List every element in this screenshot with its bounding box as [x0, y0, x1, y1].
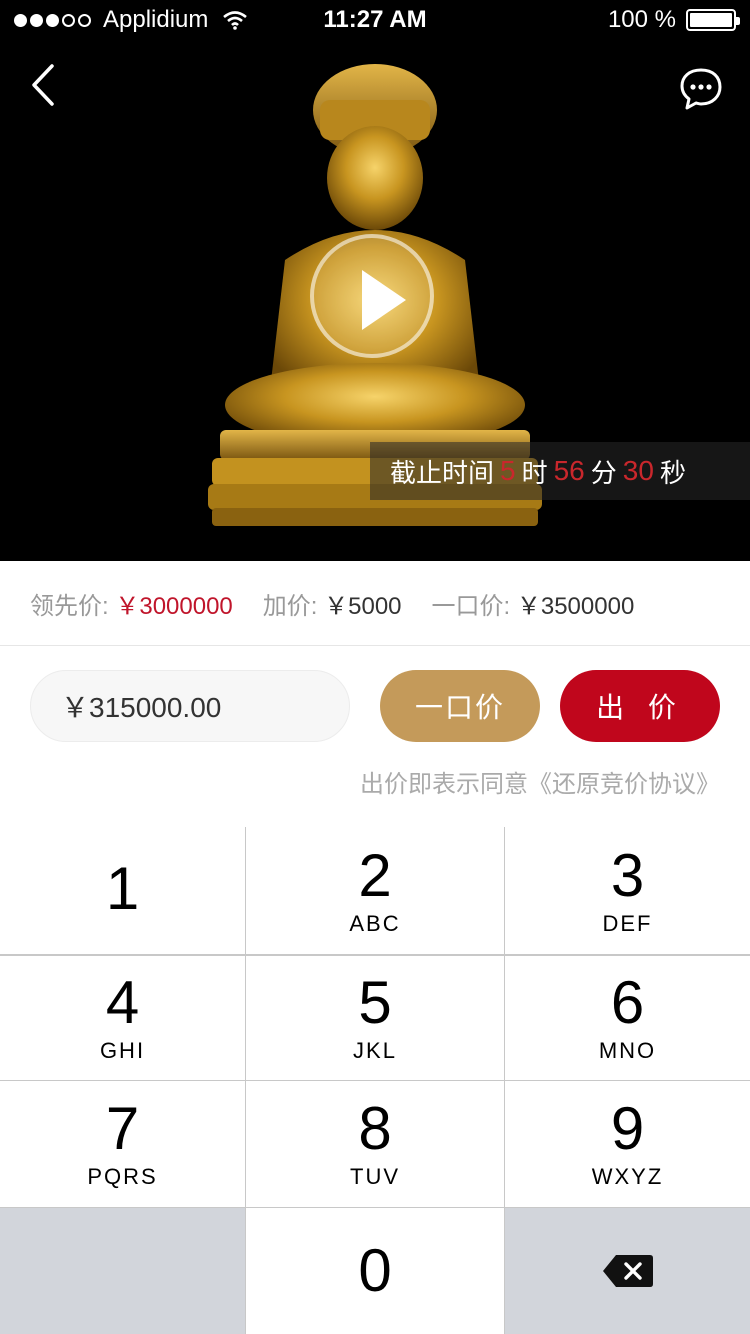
battery-percent: 100 % [607, 6, 676, 33]
key-letters: GHI [99, 1038, 146, 1063]
key-letters: PQRS [87, 1164, 158, 1189]
key-4[interactable]: 4 GHI [0, 955, 246, 1081]
key-letters: DEF [602, 910, 653, 936]
key-digit: 2 [358, 841, 392, 909]
buynow-price-label: 一口价: [431, 592, 511, 620]
key-digit: 7 [105, 1095, 140, 1162]
chat-bubble-icon [680, 68, 722, 110]
increment-price-value: ￥5000 [324, 592, 402, 620]
key-2[interactable]: 2 ABC [246, 827, 505, 955]
key-letters: JKL [353, 1038, 397, 1063]
product-hero: Applidium 11:27 AM 100 % 截止时间 5 时 56 分 3… [0, 0, 750, 561]
increment-price-label: 加价: [262, 592, 318, 620]
buynow-price-value: ￥3500000 [516, 592, 635, 620]
key-1[interactable]: 1 [0, 827, 246, 955]
buy-now-button[interactable]: 一口价 [380, 670, 540, 742]
increment-price: 加价: ￥5000 [263, 586, 402, 621]
key-digit: 5 [358, 969, 392, 1036]
key-digit: 9 [610, 1095, 645, 1162]
key-digit: 1 [105, 854, 140, 922]
key-letters: WXYZ [591, 1164, 664, 1189]
key-7[interactable]: 7 PQRS [0, 1081, 246, 1208]
bid-amount-input[interactable]: ￥315000.00 [30, 670, 350, 742]
leading-price: 领先价: ￥3000000 [30, 586, 233, 621]
numeric-keypad: 1 2 ABC 3 DEF 4 GHI 5 JKL 6 MNO 7 PQRS 8… [0, 827, 750, 1334]
countdown-seconds-unit: 秒 [659, 457, 686, 488]
key-digit: 3 [610, 841, 645, 909]
backspace-key[interactable] [505, 1208, 750, 1334]
place-bid-button[interactable]: 出 价 [560, 670, 720, 742]
countdown-label: 截止时间 [390, 457, 495, 488]
key-digit: 4 [105, 969, 140, 1036]
status-bar: Applidium 11:27 AM 100 % [0, 0, 750, 40]
battery-icon [686, 9, 740, 31]
key-8[interactable]: 8 TUV [246, 1081, 505, 1208]
countdown-hours-unit: 时 [521, 457, 548, 488]
countdown-minutes: 56 [553, 455, 585, 486]
backspace-icon [602, 1255, 653, 1287]
buynow-price: 一口价: ￥3500000 [432, 586, 635, 621]
key-0[interactable]: 0 [246, 1208, 505, 1334]
bid-agreement-link[interactable]: 出价即表示同意《还原竞价协议》 [360, 764, 720, 799]
leading-price-label: 领先价: [30, 592, 109, 620]
chat-button[interactable] [678, 66, 724, 112]
key-digit: 8 [358, 1095, 392, 1162]
play-icon [362, 270, 406, 330]
key-letters: ABC [349, 910, 401, 936]
countdown-seconds: 30 [622, 455, 654, 486]
key-9[interactable]: 9 WXYZ [505, 1081, 750, 1208]
countdown-hours: 5 [500, 455, 516, 486]
leading-price-value: ￥3000000 [115, 592, 233, 620]
key-letters: TUV [350, 1164, 400, 1189]
key-3[interactable]: 3 DEF [505, 827, 750, 955]
play-video-button[interactable] [310, 234, 434, 358]
key-blank [0, 1208, 246, 1334]
key-digit: 0 [358, 1237, 392, 1304]
back-button[interactable] [22, 60, 66, 110]
key-6[interactable]: 6 MNO [505, 955, 750, 1081]
price-summary: 领先价: ￥3000000 加价: ￥5000 一口价: ￥3500000 [0, 561, 750, 646]
chevron-left-icon [32, 64, 54, 106]
key-5[interactable]: 5 JKL [246, 955, 505, 1081]
countdown-minutes-unit: 分 [590, 457, 617, 488]
key-digit: 6 [610, 969, 645, 1036]
key-letters: MNO [598, 1038, 657, 1063]
auction-countdown: 截止时间 5 时 56 分 30 秒 [370, 442, 750, 500]
